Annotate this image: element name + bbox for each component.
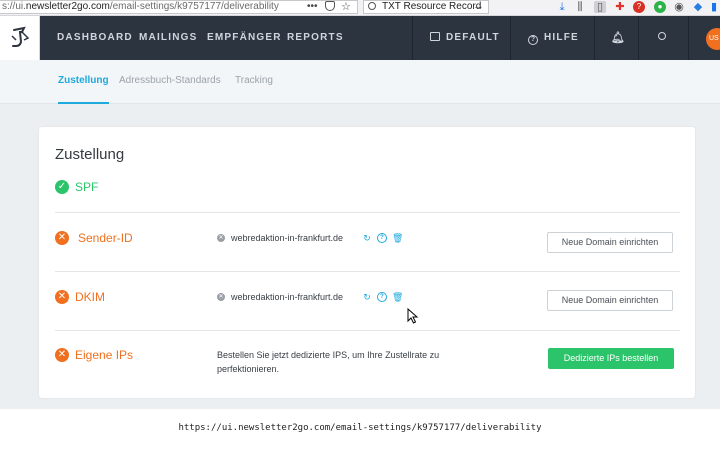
library-icon[interactable]: ⫼ [574,1,586,13]
trash-icon[interactable]: 🗑︎ [392,233,403,243]
nav-divider [594,16,595,60]
account-label: DEFAULT [446,32,500,43]
order-dedicated-ips-button[interactable]: Dedizierte IPs bestellen [548,348,674,369]
tab-zustellung[interactable]: Zustellung [58,60,109,104]
check-icon: ✓ [55,180,69,194]
help-icon[interactable]: ? [377,292,387,302]
remove-domain-icon[interactable]: ✕ [217,293,225,301]
refresh-icon[interactable]: ↻ [362,292,372,302]
sender-id-domain: webredaktion-in-frankfurt.de [231,233,344,243]
account-book-icon [430,32,440,41]
new-domain-button[interactable]: Neue Domain einrichten [547,290,673,311]
help-label: HILFE [544,32,579,43]
nav-divider [412,16,413,60]
tab-adressbuch-standards[interactable]: Adressbuch-Standards [119,60,221,104]
nav-dashboard[interactable]: DASHBOARD [57,16,133,60]
help-extension-icon[interactable]: ? [633,1,645,13]
top-navigation: DASHBOARD MAILINGS EMPFÄNGER REPORTS DEF… [0,16,720,60]
row-divider [55,271,680,272]
extension-red-icon[interactable]: ✚ [614,1,626,13]
download-icon[interactable]: ⤓ [556,1,568,13]
nav-divider [638,16,639,60]
browser-search-input[interactable]: TXT Resource Record → [363,0,489,14]
own-ips-label: Eigene IPs [75,348,134,362]
error-icon: ✕ [55,290,69,304]
remove-domain-icon[interactable]: ✕ [217,234,225,242]
extension-overflow-icon[interactable]: ▮ [708,1,720,13]
help-icon[interactable]: ? [377,233,387,243]
logo[interactable] [0,16,40,60]
footer-url: https://ui.newsletter2go.com/email-setti… [178,423,542,433]
logo-icon [11,26,30,47]
url-host: newsletter2go.com [25,1,110,12]
nav-reports[interactable]: REPORTS [287,16,344,60]
search-icon[interactable] [658,16,666,60]
magnifier-glyph [658,32,666,40]
tab-tracking[interactable]: Tracking [235,60,273,104]
sidebar-icon[interactable]: ▯ [594,1,606,13]
notifications-bell-icon[interactable]: 🔔︎ [611,16,626,60]
row-divider [55,212,680,213]
new-domain-button[interactable]: Neue Domain einrichten [547,232,673,253]
extension-blue-icon[interactable]: ◆ [692,1,704,13]
dkim-domain: webredaktion-in-frankfurt.de [231,292,344,302]
error-icon: ✕ [55,231,69,245]
page-actions-icon[interactable]: ••• [307,1,318,12]
refresh-icon[interactable]: ↻ [362,233,372,243]
error-icon: ✕ [55,348,69,362]
help-icon: ? [528,35,538,45]
own-ips-description: Bestellen Sie jetzt dedizierte IPS, um I… [217,350,440,374]
mouse-cursor-icon [407,308,419,324]
user-avatar[interactable]: US [706,28,720,50]
dkim-label: DKIM [75,290,105,304]
deliverability-card: Zustellung ✓ SPF ✕ Sender-ID ✕ webredakt… [39,127,695,398]
help-link[interactable]: ? HILFE [528,16,579,60]
nav-divider [510,16,511,60]
nav-divider [688,16,689,60]
settings-tabs: Zustellung Adressbuch-Standards Tracking [0,60,720,104]
card-title: Zustellung [55,146,125,163]
spf-label: SPF [75,180,99,194]
row-divider [55,330,680,331]
account-icon[interactable]: ◉ [673,1,685,13]
trash-icon[interactable]: 🗑︎ [392,292,403,302]
search-text: TXT Resource Record [382,1,482,12]
nav-empfaenger[interactable]: EMPFÄNGER [207,16,282,60]
nav-mailings[interactable]: MAILINGS [139,16,198,60]
sender-id-label: Sender-ID [78,231,133,245]
pocket-icon[interactable] [325,1,335,11]
extension-green-icon[interactable]: ● [654,1,666,13]
url-path: /email-settings/k9757177/deliverability [109,1,279,12]
address-bar[interactable]: s://ui.newsletter2go.com/email-settings/… [0,0,358,14]
browser-toolbar: s://ui.newsletter2go.com/email-settings/… [0,0,720,16]
bookmark-star-icon[interactable]: ☆ [341,0,351,13]
search-go-icon[interactable]: → [473,0,484,12]
account-switcher[interactable]: DEFAULT [430,16,500,60]
url-prefix: s://ui. [2,1,26,12]
search-icon [368,2,376,10]
